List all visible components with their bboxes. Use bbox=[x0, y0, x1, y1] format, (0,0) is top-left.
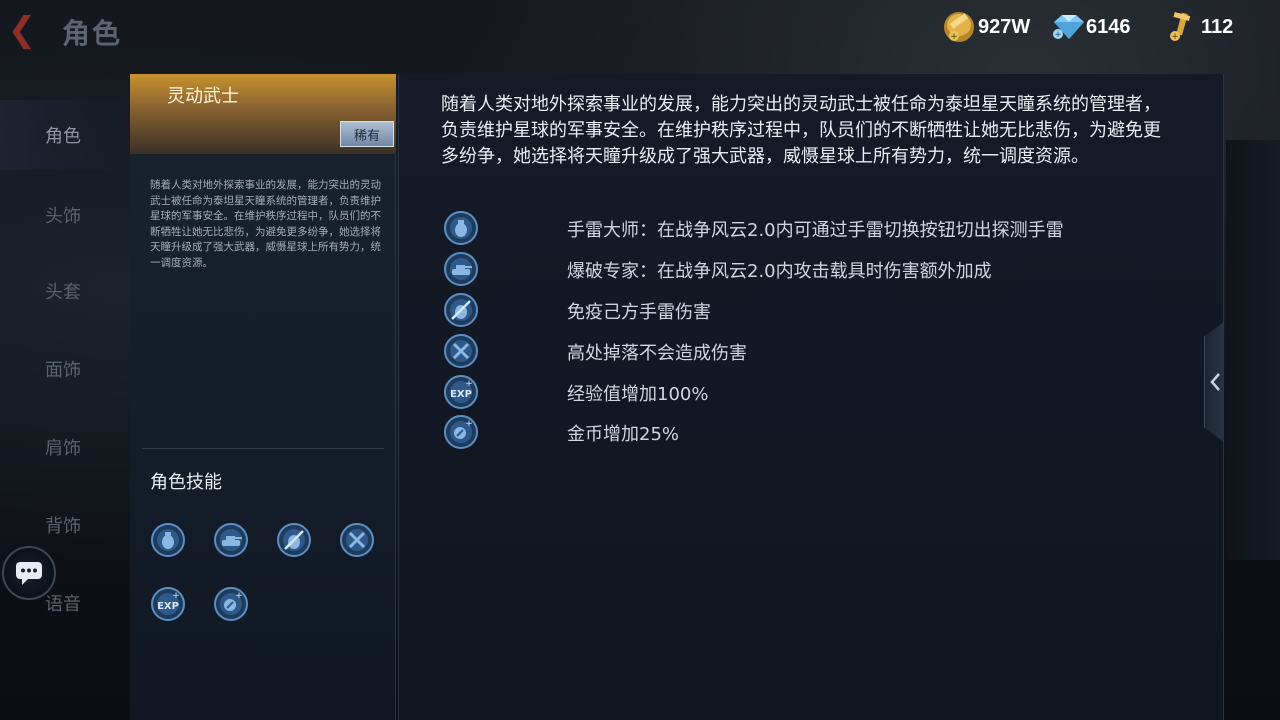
background-scene bbox=[1226, 140, 1280, 560]
character-name: 灵动武士 bbox=[167, 86, 239, 107]
exp-icon: EXP + bbox=[443, 374, 479, 410]
nav-label: 角色 bbox=[45, 126, 81, 147]
nav-item-headwear[interactable]: 头饰 bbox=[0, 180, 130, 250]
nav-item-helmet[interactable]: 头套 bbox=[0, 256, 130, 326]
chevron-left-icon: ❮ bbox=[7, 10, 37, 50]
diamond-currency[interactable]: + 6146 bbox=[1050, 10, 1131, 44]
svg-text:+: + bbox=[235, 591, 243, 601]
skill-text: 免疫己方手雷伤害 bbox=[567, 302, 711, 323]
grenade-icon[interactable] bbox=[150, 522, 186, 558]
vehicle-icon bbox=[443, 251, 479, 287]
fall-immune-icon bbox=[443, 333, 479, 369]
svg-text:+: + bbox=[172, 591, 180, 601]
svg-text:+: + bbox=[465, 419, 473, 429]
nav-label: 头套 bbox=[45, 282, 81, 303]
gold-coin-icon: + bbox=[942, 10, 976, 44]
chat-button[interactable] bbox=[2, 546, 56, 600]
svg-text:EXP: EXP bbox=[157, 601, 179, 612]
nav-item-face[interactable]: 面饰 bbox=[0, 334, 130, 404]
skill-text: 爆破专家：在战争风云2.0内攻击载具时伤害额外加成 bbox=[567, 261, 992, 282]
svg-text:EXP: EXP bbox=[450, 389, 472, 400]
divider bbox=[142, 448, 384, 449]
gold-currency[interactable]: + 927W bbox=[942, 10, 1030, 44]
skills-title: 角色技能 bbox=[150, 472, 222, 493]
back-button[interactable]: ❮ bbox=[4, 12, 40, 48]
skill-row: EXP + 经验值增加100% bbox=[443, 374, 1203, 410]
svg-text:+: + bbox=[1171, 32, 1179, 42]
character-header: 灵动武士 稀有 bbox=[130, 74, 396, 154]
key-currency[interactable]: + 112 bbox=[1165, 10, 1233, 44]
coin-bonus-icon: + bbox=[443, 414, 479, 450]
grenade-immune-icon[interactable] bbox=[276, 522, 312, 558]
rarity-badge: 稀有 bbox=[340, 121, 394, 147]
page-title: 角色 bbox=[62, 17, 123, 50]
skill-row: + 金币增加25% bbox=[443, 414, 1203, 450]
nav-label: 语音 bbox=[45, 594, 81, 615]
skill-row: 高处掉落不会造成伤害 bbox=[443, 333, 1203, 369]
skill-text: 金币增加25% bbox=[567, 424, 680, 445]
chat-bubble-icon bbox=[16, 562, 42, 585]
chevron-left-icon bbox=[1209, 373, 1220, 391]
category-nav: 角色 头饰 头套 面饰 肩饰 背饰 语音 bbox=[0, 76, 130, 720]
skill-text: 经验值增加100% bbox=[567, 384, 709, 405]
detail-panel: 随着人类对地外探索事业的发展，能力突出的灵动武士被任命为泰坦星天瞳系统的管理者，… bbox=[398, 74, 1224, 720]
grenade-icon bbox=[443, 210, 479, 246]
fall-immune-icon[interactable] bbox=[339, 522, 375, 558]
vehicle-icon[interactable] bbox=[213, 522, 249, 558]
top-bar: ❮ 角色 + 927W + 6146 + 112 bbox=[0, 0, 1280, 60]
skill-row: 爆破专家：在战争风云2.0内攻击载具时伤害额外加成 bbox=[443, 251, 1203, 287]
coin-bonus-icon[interactable]: + bbox=[213, 586, 249, 622]
svg-text:+: + bbox=[950, 32, 958, 42]
nav-label: 头饰 bbox=[45, 206, 81, 227]
exp-icon[interactable]: EXP + bbox=[150, 586, 186, 622]
skill-text: 手雷大师：在战争风云2.0内可通过手雷切换按钮切出探测手雷 bbox=[567, 220, 1064, 241]
nav-item-character[interactable]: 角色 bbox=[0, 100, 130, 170]
diamond-icon: + bbox=[1050, 10, 1084, 44]
character-panel: 灵动武士 稀有 随着人类对地外探索事业的发展，能力突出的灵动武士被任命为泰坦星天… bbox=[130, 74, 396, 720]
diamond-amount: 6146 bbox=[1086, 15, 1131, 38]
nav-label: 背饰 bbox=[45, 516, 81, 537]
skill-row: 免疫己方手雷伤害 bbox=[443, 292, 1203, 328]
nav-label: 面饰 bbox=[45, 360, 81, 381]
grenade-immune-icon bbox=[443, 292, 479, 328]
skill-row: 手雷大师：在战争风云2.0内可通过手雷切换按钮切出探测手雷 bbox=[443, 210, 1203, 246]
skill-text: 高处掉落不会造成伤害 bbox=[567, 343, 747, 364]
nav-item-shoulder[interactable]: 肩饰 bbox=[0, 412, 130, 482]
svg-text:+: + bbox=[465, 379, 473, 389]
character-description: 随着人类对地外探索事业的发展，能力突出的灵动武士被任命为泰坦星天瞳系统的管理者，… bbox=[150, 179, 381, 269]
collapse-panel-button[interactable] bbox=[1204, 322, 1224, 442]
key-amount: 112 bbox=[1201, 15, 1234, 38]
svg-text:+: + bbox=[1054, 30, 1062, 40]
nav-label: 肩饰 bbox=[45, 438, 81, 459]
detail-description: 随着人类对地外探索事业的发展，能力突出的灵动武士被任命为泰坦星天瞳系统的管理者，… bbox=[441, 94, 1161, 167]
key-icon: + bbox=[1165, 10, 1199, 44]
gold-amount: 927W bbox=[978, 15, 1031, 38]
